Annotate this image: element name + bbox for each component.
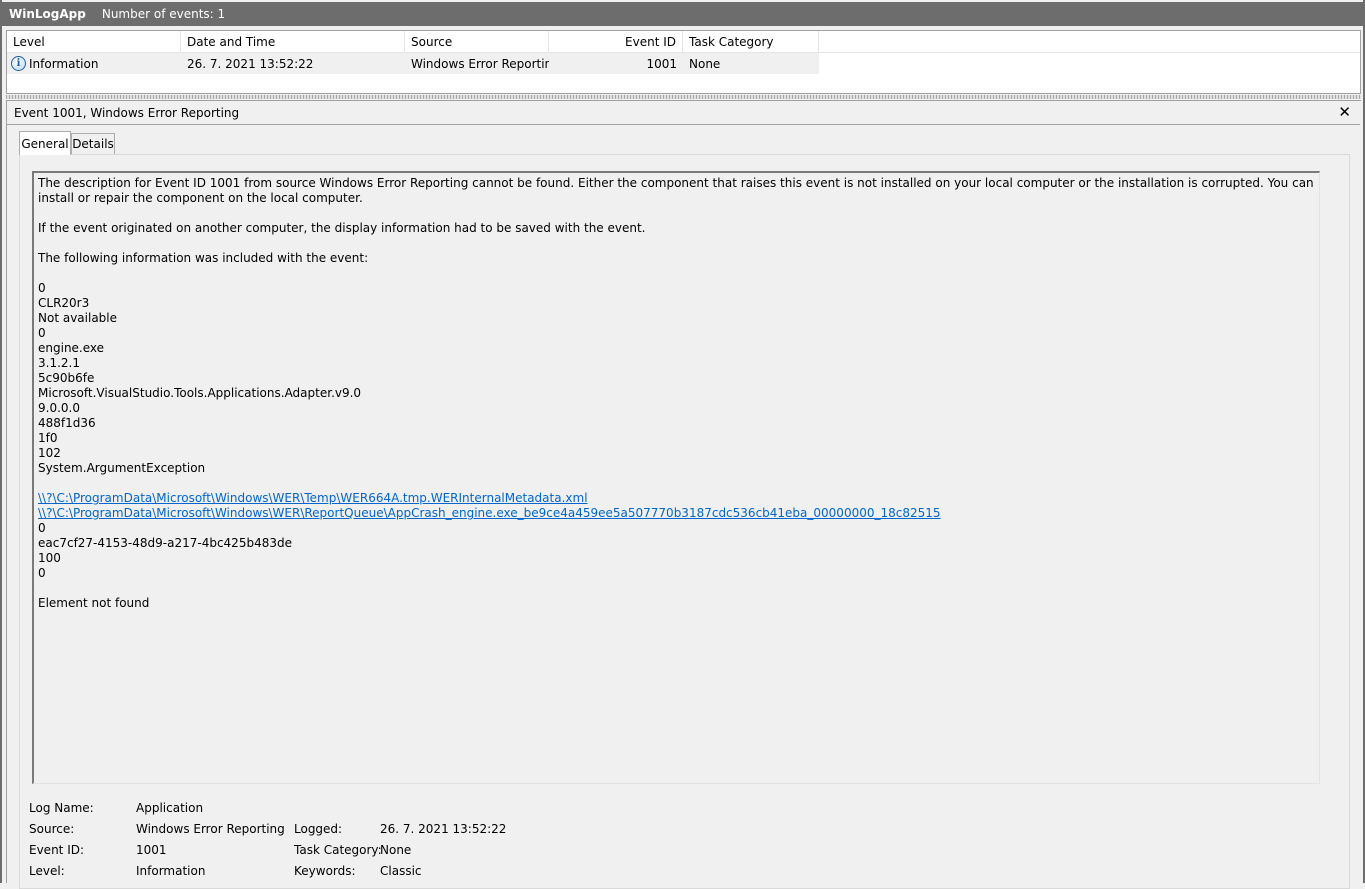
- event-data-value: 0: [38, 281, 46, 295]
- title-bar: WinLogApp Number of events: 1: [2, 2, 1363, 26]
- app-name: WinLogApp: [9, 7, 86, 21]
- event-data-value: Microsoft.VisualStudio.Tools.Application…: [38, 386, 362, 400]
- event-data-value: 1f0: [38, 431, 58, 445]
- panel-splitter[interactable]: [6, 95, 1361, 99]
- event-data-value: Not available: [38, 311, 118, 325]
- event-data-value: 488f1d36: [38, 416, 96, 430]
- event-data-value: 0: [38, 326, 46, 340]
- event-data-value: 100: [38, 551, 61, 565]
- source-label: Source:: [29, 822, 75, 836]
- event-data-value: engine.exe: [38, 341, 105, 355]
- app-window: WinLogApp Number of events: 1 Level Date…: [0, 0, 1365, 889]
- table-row[interactable]: i Information 26. 7. 2021 13:52:22 Windo…: [7, 53, 1360, 74]
- event-data-value: 3.1.2.1: [38, 356, 80, 370]
- column-header-date-time[interactable]: Date and Time: [181, 31, 405, 52]
- event-data-value: 102: [38, 446, 61, 460]
- event-detail-panel: Event 1001, Windows Error Reporting ✕ Ge…: [6, 100, 1361, 889]
- event-id-label: Event ID:: [29, 843, 85, 857]
- keywords-value: Classic: [380, 864, 422, 878]
- wer-report-queue-link[interactable]: \\?\C:\ProgramData\Microsoft\Windows\WER…: [38, 506, 941, 520]
- event-count-label: Number of events: 1: [101, 7, 226, 21]
- task-category-value: None: [380, 843, 412, 857]
- event-id-value: 1001: [136, 843, 167, 857]
- level-label: Level:: [29, 864, 65, 878]
- row-date-time: 26. 7. 2021 13:52:22: [181, 53, 405, 74]
- row-level-cell: i Information: [7, 53, 181, 74]
- task-category-label: Task Category:: [294, 843, 382, 857]
- description-paragraph-3: The following information was included w…: [38, 251, 369, 265]
- detail-title: Event 1001, Windows Error Reporting: [14, 106, 240, 120]
- row-source: Windows Error Reporting: [405, 53, 549, 74]
- description-paragraph-2: If the event originated on another compu…: [38, 221, 646, 235]
- keywords-label: Keywords:: [294, 864, 356, 878]
- divider: [7, 124, 1360, 125]
- event-data-value: eac7cf27-4153-48d9-a217-4bc425b483de: [38, 536, 292, 550]
- event-data-value: 0: [38, 521, 46, 535]
- event-data-value: 0: [38, 566, 46, 580]
- event-data-value: 5c90b6fe: [38, 371, 95, 385]
- column-header-task-category[interactable]: Task Category: [683, 31, 819, 52]
- tab-details[interactable]: Details: [71, 133, 115, 154]
- row-task-category: None: [683, 53, 819, 74]
- description-footer: Element not found: [38, 596, 150, 610]
- description-paragraph-1: The description for Event ID 1001 from s…: [38, 176, 1314, 205]
- event-description[interactable]: The description for Event ID 1001 from s…: [32, 171, 1320, 784]
- log-name-label: Log Name:: [29, 801, 94, 815]
- column-header-level[interactable]: Level: [7, 31, 181, 52]
- logged-label: Logged:: [294, 822, 343, 836]
- wer-metadata-link[interactable]: \\?\C:\ProgramData\Microsoft\Windows\WER…: [38, 491, 588, 505]
- column-header-source[interactable]: Source: [405, 31, 549, 52]
- events-list-header: Level Date and Time Source Event ID Task…: [7, 31, 1360, 53]
- row-event-id: 1001: [549, 53, 683, 74]
- event-data-value: CLR20r3: [38, 296, 90, 310]
- tab-general[interactable]: General: [19, 131, 71, 155]
- log-name-value: Application: [136, 801, 204, 815]
- event-data-value: System.ArgumentException: [38, 461, 206, 475]
- logged-value: 26. 7. 2021 13:52:22: [380, 822, 507, 836]
- event-data-value: 9.0.0.0: [38, 401, 80, 415]
- events-list[interactable]: Level Date and Time Source Event ID Task…: [6, 30, 1361, 94]
- source-value: Windows Error Reporting: [136, 822, 285, 836]
- close-icon[interactable]: ✕: [1338, 103, 1351, 121]
- information-icon: i: [11, 56, 26, 71]
- level-value: Information: [136, 864, 206, 878]
- column-header-event-id[interactable]: Event ID: [549, 31, 683, 52]
- row-level: Information: [29, 56, 99, 71]
